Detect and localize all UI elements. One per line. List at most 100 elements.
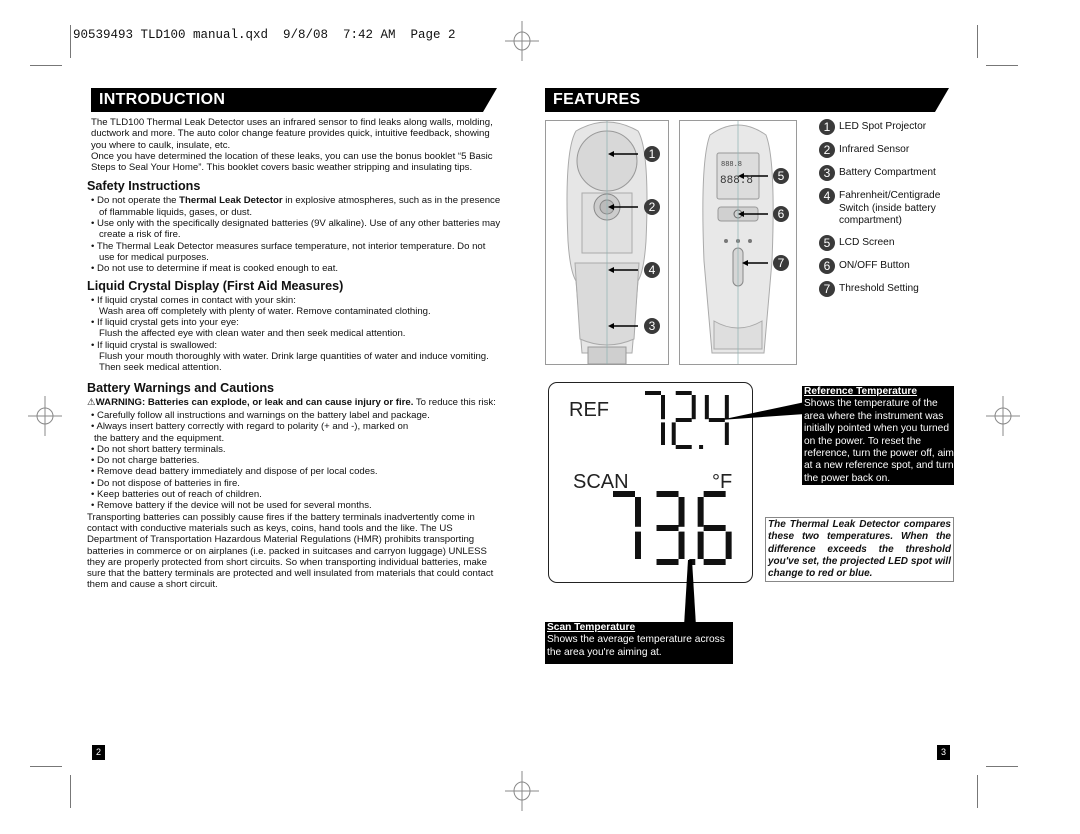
introduction-title: INTRODUCTION	[99, 91, 226, 108]
registration-mark-icon	[986, 396, 1020, 436]
first-aid-text: Flush your mouth thoroughly with water. …	[99, 351, 489, 374]
legend-item: 5 LCD Screen	[819, 234, 959, 251]
callout-number-1: 1	[644, 146, 660, 162]
lcd-segment	[635, 531, 641, 559]
first-aid-text: Wash area off completely with plenty of …	[99, 305, 431, 317]
device-lcd-ref-digits: 888.8	[721, 161, 743, 169]
callout-title: Scan Temperature	[547, 622, 636, 633]
compare-note: The Thermal Leak Detector compares these…	[765, 517, 954, 583]
callout-title: Reference Temperature	[804, 386, 918, 397]
text: Remove battery if the device will not be…	[97, 500, 372, 512]
first-aid-bullet: • If liquid crystal is swallowed:	[91, 339, 217, 351]
legend-label: Infrared Sensor	[839, 144, 910, 155]
legend-label: Battery Compartment	[839, 167, 936, 178]
legend-number: 4	[819, 188, 835, 204]
battery-bullet: • Remove battery if the device will not …	[91, 500, 372, 512]
warning-text: WARNING: Batteries can explode, or leak …	[95, 396, 414, 408]
safety-heading: Safety Instructions	[87, 179, 201, 194]
legend-number: 2	[819, 142, 835, 158]
battery-bullet: • Carefully follow all instructions and …	[91, 409, 430, 421]
battery-bullet: • Do not short battery terminals.	[91, 443, 226, 455]
text: Do not short battery terminals.	[97, 443, 226, 455]
lcd-segment	[703, 491, 726, 497]
introduction-column: The TLD100 Thermal Leak Detector uses an…	[87, 117, 501, 591]
legend-number: 5	[819, 234, 835, 251]
safety-bullet: • The Thermal Leak Detector measures sur…	[91, 240, 486, 263]
legend-item: 1 LED Spot Projector	[819, 119, 959, 135]
battery-bullet: • Keep batteries out of reach of childre…	[91, 489, 262, 501]
callout-text: Shows the temperature of the area where …	[804, 398, 954, 484]
battery-heading: Battery Warnings and Cautions	[87, 380, 275, 395]
legend-number: 6	[819, 257, 835, 274]
battery-bullet: • Always insert battery correctly with r…	[91, 421, 409, 433]
intro-paragraph: The TLD100 Thermal Leak Detector uses an…	[91, 117, 493, 151]
crop-mark	[30, 65, 62, 66]
introduction-banner: INTRODUCTION	[91, 88, 497, 112]
lcd-segment	[671, 422, 676, 445]
scan-temperature-callout: Scan Temperature Shows the average tempe…	[545, 622, 733, 664]
legend-label: LED Spot Projector	[839, 121, 927, 132]
callout-number-2: 2	[644, 199, 660, 215]
text: Always insert battery correctly with reg…	[96, 421, 409, 433]
callout-number-5: 5	[773, 168, 789, 184]
legend-item: 7 Threshold Setting	[819, 280, 959, 297]
intro-paragraph: Once you have determined the location of…	[91, 150, 493, 174]
first-aid-heading: Liquid Crystal Display (First Aid Measur…	[87, 278, 344, 293]
device-side-illustration: 1 2 4 3	[545, 120, 669, 365]
registration-mark-icon	[505, 21, 539, 61]
safety-bullet: • Use only with the specifically designa…	[91, 218, 501, 241]
lcd-segment	[656, 491, 679, 497]
features-title: FEATURES	[553, 91, 641, 108]
page-number-right: 3	[937, 745, 950, 760]
registration-mark-icon	[505, 771, 539, 811]
warning-triangle-icon: ⚠	[87, 396, 96, 408]
text: Keep batteries out of reach of children.	[97, 489, 262, 501]
callout-text: Shows the average temperature across the…	[547, 634, 725, 658]
lcd-segment	[703, 525, 726, 531]
features-legend: 1 LED Spot Projector 2 Infrared Sensor 3 Ba…	[819, 119, 959, 306]
legend-label: Threshold Setting	[839, 282, 919, 294]
first-aid-bullet: • If liquid crystal gets into your eye:	[91, 317, 239, 329]
text: Carefully follow all instructions and wa…	[97, 409, 430, 421]
text: Do not dispose of batteries in fire.	[97, 477, 240, 489]
features-banner: FEATURES	[545, 88, 949, 112]
lcd-segment	[703, 559, 726, 565]
legend-number: 7	[819, 280, 835, 297]
legend-item: 3 Battery Compartment	[819, 165, 959, 181]
text: Do not use to determine if meat is cooke…	[97, 263, 339, 275]
lcd-segment	[725, 531, 732, 559]
legend-label: LCD Screen	[839, 236, 895, 248]
lcd-segment	[635, 497, 641, 527]
lcd-scan-value-digits	[613, 491, 732, 565]
crop-mark	[977, 25, 978, 58]
lcd-segment	[704, 395, 709, 420]
legend-number: 3	[819, 165, 835, 181]
device-front-illustration: 888.8 888.8 5 6 7	[679, 120, 797, 365]
ref-callout-pointer	[720, 402, 805, 420]
lcd-segment	[675, 418, 692, 422]
crop-mark	[70, 775, 71, 808]
first-aid-bullet: • If liquid crystal comes in contact wit…	[91, 294, 296, 306]
text: The Thermal Leak Detector measures surfa…	[96, 240, 486, 263]
lcd-segment	[675, 445, 692, 449]
product-name: Thermal Leak Detector	[179, 195, 283, 207]
registration-mark-icon	[28, 396, 62, 436]
file-slug: 90539493 TLD100 manual.qxd 9/8/08 7:42 A…	[73, 28, 456, 42]
reference-temperature-callout: Reference Temperature Shows the temperat…	[802, 386, 954, 485]
legend-label: Fahrenheit/Centigrade Switch (inside bat…	[839, 190, 941, 226]
lcd-segment	[661, 395, 665, 420]
legend-number: 1	[819, 119, 835, 135]
crop-mark	[30, 766, 62, 767]
lcd-segment	[697, 531, 704, 559]
text: If liquid crystal comes in contact with …	[97, 294, 296, 306]
lcd-segment	[661, 422, 665, 445]
transport-paragraph: Transporting batteries can possibly caus…	[87, 511, 494, 591]
text: Use only with the specifically designate…	[97, 218, 501, 241]
first-aid-text: Flush the affected eye with clean water …	[99, 328, 406, 340]
lcd-decimal-point	[699, 445, 704, 449]
battery-bullet: • Do not dispose of batteries in fire.	[91, 477, 240, 489]
crop-mark	[986, 65, 1018, 66]
text: Do not operate the	[97, 195, 180, 207]
crop-mark	[977, 775, 978, 808]
lcd-segment	[656, 525, 679, 531]
